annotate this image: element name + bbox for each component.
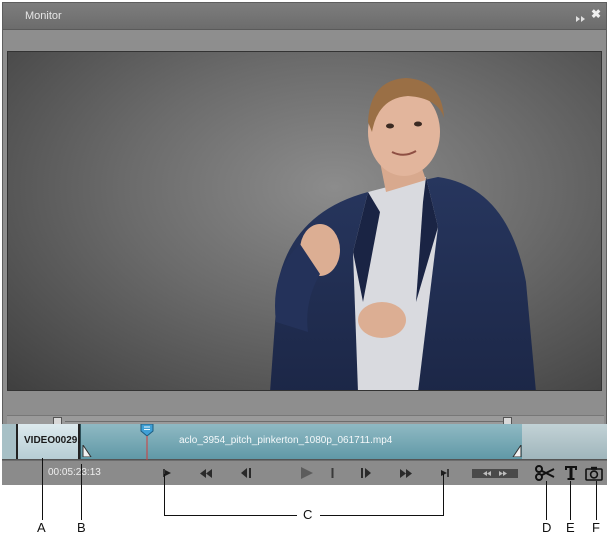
scissors-icon[interactable] — [534, 463, 556, 483]
play-icon[interactable] — [298, 465, 316, 481]
callout-line-d — [546, 481, 547, 520]
clip-first-label: VIDEO0029. — [24, 435, 81, 446]
callout-label-f: F — [592, 520, 600, 535]
callout-label-d: D — [542, 520, 552, 535]
callout-label-b: B — [77, 520, 86, 535]
presenter-image — [270, 78, 536, 390]
callout-line-f — [596, 481, 597, 520]
callout-label-c: C — [303, 507, 313, 522]
clip-main-label: aclo_3954_pitch_pinkerton_1080p_061711.m… — [179, 435, 393, 446]
set-out-point-icon[interactable] — [438, 465, 452, 481]
callout-line-c-bottom-right — [320, 515, 444, 516]
close-icon[interactable]: ✖ — [590, 8, 602, 20]
fast-forward-icon[interactable] — [398, 465, 414, 481]
callout-line-c-bottom-left — [164, 515, 297, 516]
rewind-icon[interactable] — [198, 465, 214, 481]
step-forward-icon[interactable] — [358, 465, 374, 481]
shuttle-icon[interactable] — [472, 465, 518, 481]
panel-titlebar[interactable]: Monitor ✖ — [3, 3, 606, 30]
callout-line-c-right — [443, 474, 444, 515]
monitor-panel: Monitor ✖ — [2, 2, 607, 463]
scroll-track[interactable] — [65, 421, 505, 422]
step-back-icon[interactable] — [238, 465, 254, 481]
split-divider-icon[interactable] — [328, 465, 336, 481]
callout-line-e — [570, 481, 571, 520]
callout-label-a: A — [37, 520, 46, 535]
panel-menu-icon[interactable] — [576, 11, 588, 22]
panel-title: Monitor — [25, 10, 62, 22]
text-tool-icon[interactable] — [562, 463, 580, 483]
callout-line-a — [42, 458, 43, 520]
callout-label-e: E — [566, 520, 575, 535]
callout-line-c-left — [164, 474, 165, 515]
callout-line-b — [81, 464, 82, 520]
playhead-icon[interactable] — [140, 424, 154, 460]
current-timecode[interactable]: 00:05:23:13 — [48, 467, 101, 478]
monitor-timeline[interactable]: VIDEO0029. aclo_3954_pitch_pinkerton_108… — [2, 424, 607, 460]
camera-icon[interactable] — [584, 463, 604, 483]
set-in-point-icon[interactable] — [160, 465, 174, 481]
playback-controls: 00:05:23:13 — [2, 460, 607, 485]
video-preview — [7, 51, 602, 391]
